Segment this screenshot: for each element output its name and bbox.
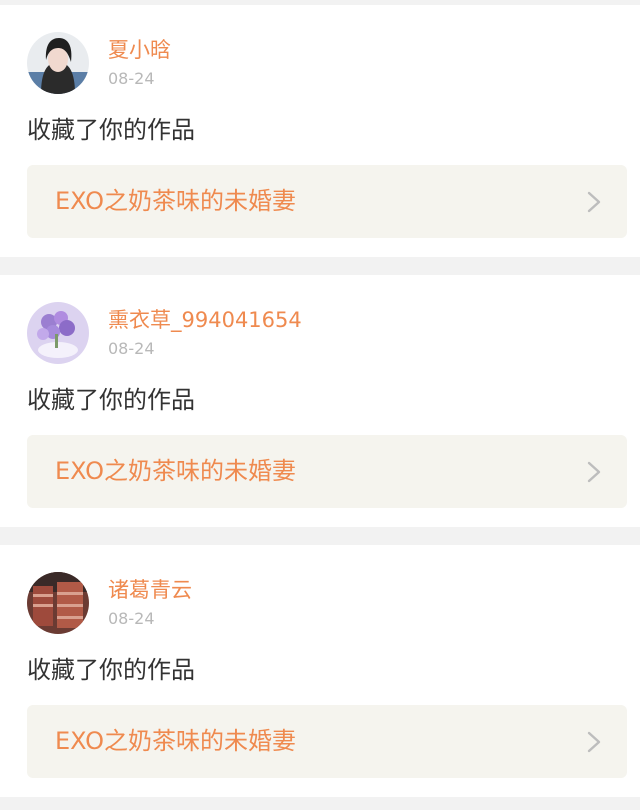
username[interactable]: 夏小晗 [108,35,171,65]
work-link[interactable]: EXO之奶茶味的未婚妻 [27,435,627,508]
work-title: EXO之奶茶味的未婚妻 [55,457,296,485]
activity-text: 收藏了你的作品 [27,386,195,414]
timestamp: 08-24 [108,609,155,628]
notification-card: 诸葛青云 08-24 收藏了你的作品 EXO之奶茶味的未婚妻 [0,545,640,797]
activity-text: 收藏了你的作品 [27,116,195,144]
chevron-right-icon [587,191,601,213]
username[interactable]: 熏衣草_994041654 [108,305,302,335]
work-link[interactable]: EXO之奶茶味的未婚妻 [27,165,627,238]
avatar[interactable] [27,32,89,94]
activity-text: 收藏了你的作品 [27,656,195,684]
chevron-right-icon [587,461,601,483]
notification-feed: 夏小晗 08-24 收藏了你的作品 EXO之奶茶味的未婚妻 熏衣草_994041… [0,0,640,810]
timestamp: 08-24 [108,69,155,88]
work-title: EXO之奶茶味的未婚妻 [55,187,296,215]
chevron-right-icon [587,731,601,753]
work-link[interactable]: EXO之奶茶味的未婚妻 [27,705,627,778]
notification-card: 夏小晗 08-24 收藏了你的作品 EXO之奶茶味的未婚妻 [0,5,640,257]
notification-card: 熏衣草_994041654 08-24 收藏了你的作品 EXO之奶茶味的未婚妻 [0,275,640,527]
username[interactable]: 诸葛青云 [108,575,192,605]
timestamp: 08-24 [108,339,155,358]
avatar[interactable] [27,572,89,634]
avatar[interactable] [27,302,89,364]
work-title: EXO之奶茶味的未婚妻 [55,727,296,755]
